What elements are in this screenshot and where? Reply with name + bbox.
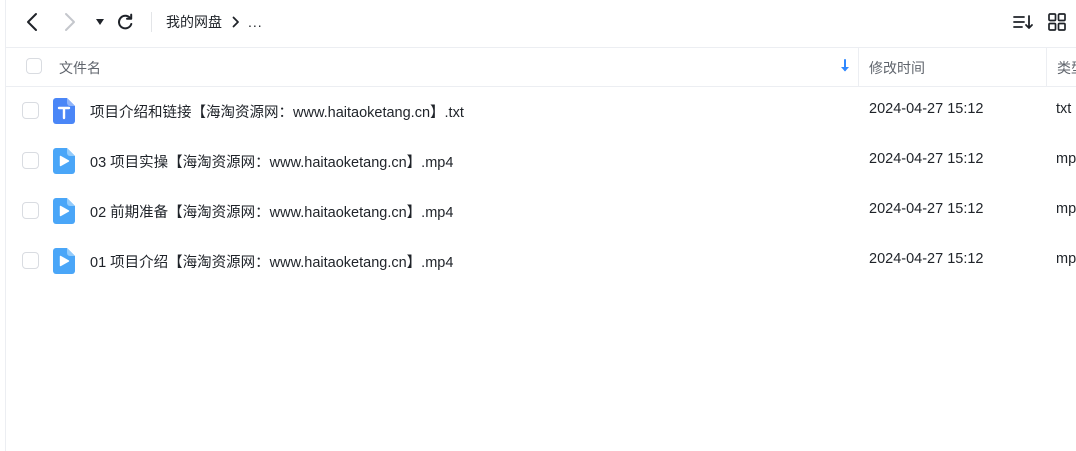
- sort-descending-icon[interactable]: [838, 58, 852, 74]
- video-file-icon: [53, 248, 75, 274]
- file-type: mp4: [1056, 251, 1076, 267]
- file-name: 03 项目实操【海淘资源网：www.haitaoketang.cn】.mp4: [90, 155, 454, 171]
- row-checkbox[interactable]: [22, 252, 39, 269]
- back-button[interactable]: [20, 8, 44, 36]
- forward-button[interactable]: [58, 8, 82, 36]
- breadcrumb-more[interactable]: ...: [248, 14, 263, 30]
- toolbar-divider: [151, 12, 152, 32]
- file-list: 项目介绍和链接【海淘资源网：www.haitaoketang.cn】.txt 2…: [6, 86, 1076, 286]
- sort-list-icon: [1013, 15, 1033, 29]
- file-row[interactable]: 03 项目实操【海淘资源网：www.haitaoketang.cn】.mp4 2…: [6, 136, 1076, 186]
- file-row[interactable]: 项目介绍和链接【海淘资源网：www.haitaoketang.cn】.txt 2…: [6, 86, 1076, 136]
- file-modified-time: 2024-04-27 15:12: [869, 151, 984, 167]
- file-name: 01 项目介绍【海淘资源网：www.haitaoketang.cn】.mp4: [90, 255, 454, 271]
- select-all-checkbox[interactable]: [26, 58, 42, 74]
- file-name: 02 前期准备【海淘资源网：www.haitaoketang.cn】.mp4: [90, 205, 454, 221]
- refresh-button[interactable]: [114, 8, 136, 36]
- file-type: mp4: [1056, 151, 1076, 167]
- file-row[interactable]: 02 前期准备【海淘资源网：www.haitaoketang.cn】.mp4 2…: [6, 186, 1076, 236]
- column-header-name[interactable]: 文件名: [59, 58, 101, 78]
- row-checkbox[interactable]: [22, 202, 39, 219]
- video-file-icon: [53, 198, 75, 224]
- caret-down-icon: [96, 19, 104, 25]
- breadcrumb-root[interactable]: 我的网盘: [166, 12, 222, 32]
- chevron-left-icon: [27, 13, 37, 31]
- sort-button[interactable]: [1011, 8, 1035, 36]
- file-modified-time: 2024-04-27 15:12: [869, 201, 984, 217]
- column-divider[interactable]: [858, 48, 859, 86]
- breadcrumb-separator-icon: [232, 16, 240, 28]
- file-row[interactable]: 01 项目介绍【海淘资源网：www.haitaoketang.cn】.mp4 2…: [6, 236, 1076, 286]
- video-file-icon: [53, 148, 75, 174]
- text-file-icon: [53, 98, 75, 124]
- refresh-icon: [118, 13, 133, 30]
- column-header-type[interactable]: 类型: [1057, 58, 1076, 78]
- row-checkbox[interactable]: [22, 152, 39, 169]
- column-header-time[interactable]: 修改时间: [869, 58, 925, 78]
- breadcrumb: 我的网盘 ...: [166, 12, 263, 32]
- file-type: txt: [1056, 101, 1072, 117]
- file-type: mp4: [1056, 201, 1076, 217]
- file-modified-time: 2024-04-27 15:12: [869, 251, 984, 267]
- column-divider[interactable]: [1046, 48, 1047, 86]
- file-name: 项目介绍和链接【海淘资源网：www.haitaoketang.cn】.txt: [90, 105, 464, 121]
- history-dropdown-button[interactable]: [92, 8, 108, 36]
- file-list-header: 文件名 修改时间 类型: [6, 47, 1076, 87]
- grid-icon: [1048, 13, 1066, 31]
- grid-view-button[interactable]: [1046, 8, 1068, 36]
- chevron-right-icon: [65, 13, 75, 31]
- file-modified-time: 2024-04-27 15:12: [869, 101, 984, 117]
- row-checkbox[interactable]: [22, 102, 39, 119]
- toolbar: 我的网盘 ...: [0, 0, 1076, 46]
